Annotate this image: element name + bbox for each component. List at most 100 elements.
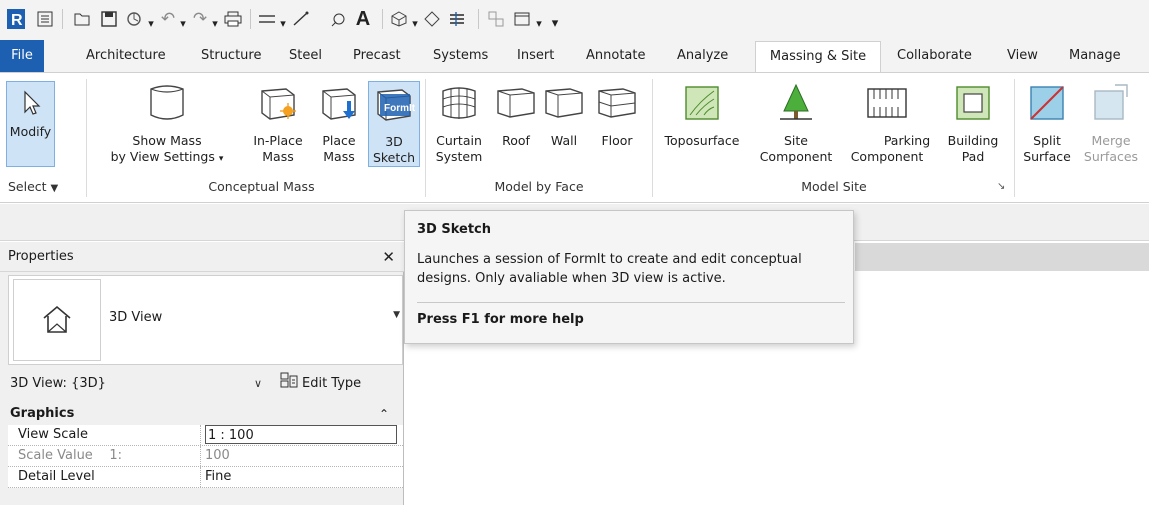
tab-architecture[interactable]: Architecture: [86, 40, 166, 72]
curtain-system-icon: [430, 81, 488, 129]
select-dropdown[interactable]: Select ▼: [8, 177, 60, 197]
parking-component-button[interactable]: Parking Component: [838, 81, 936, 165]
tooltip-description: Launches a session of FormIt to create a…: [417, 252, 802, 286]
tab-annotate[interactable]: Annotate: [586, 40, 645, 72]
instance-row: 3D View: {3D} ∨ Edit Type: [0, 370, 404, 398]
toposurface-button[interactable]: Toposurface: [656, 81, 748, 149]
property-label: Scale Value 1:: [8, 446, 201, 466]
instance-filter-dropdown[interactable]: 3D View: {3D}: [8, 372, 272, 396]
in-place-mass-button[interactable]: In-Place Mass: [250, 81, 306, 165]
tab-systems[interactable]: Systems: [433, 40, 488, 72]
switch-windows-dropdown-icon[interactable]: ▾: [534, 12, 544, 34]
close-icon[interactable]: ✕: [382, 242, 395, 272]
table-row: Scale Value 1: 100: [8, 446, 403, 467]
recent-files-icon[interactable]: [34, 8, 56, 30]
tab-insert[interactable]: Insert: [517, 40, 554, 72]
table-row[interactable]: View Scale 1 : 100: [8, 425, 403, 446]
redo-icon[interactable]: ↷: [190, 8, 210, 30]
tree-icon: [752, 81, 840, 129]
group-graphics[interactable]: Graphics ⌃: [8, 403, 403, 425]
tab-precast[interactable]: Precast: [353, 40, 401, 72]
tooltip-divider: [417, 302, 845, 303]
properties-header: Properties: [0, 242, 404, 272]
split-surface-button[interactable]: Split Surface: [1018, 81, 1076, 165]
formit-icon: FormIt: [369, 82, 419, 130]
undo-icon[interactable]: ↶: [158, 8, 178, 30]
building-pad-button[interactable]: Building Pad: [940, 81, 1006, 165]
edit-type-icon: [280, 372, 298, 397]
tab-steel[interactable]: Steel: [289, 40, 322, 72]
in-place-mass-icon: [250, 81, 306, 129]
open-icon[interactable]: [72, 8, 94, 30]
tab-massing-site[interactable]: Massing & Site: [755, 41, 881, 72]
3d-view-icon[interactable]: [388, 8, 410, 30]
text-icon[interactable]: A: [352, 8, 374, 30]
print-icon[interactable]: [222, 8, 244, 30]
section-icon[interactable]: [422, 8, 442, 30]
tab-collaborate[interactable]: Collaborate: [897, 40, 972, 72]
conceptual-mass-panel-title: Conceptual Mass: [208, 179, 315, 194]
dialog-launcher-icon[interactable]: ↘: [997, 181, 1005, 192]
tab-view[interactable]: View: [1007, 40, 1038, 72]
type-selector-arrow-icon[interactable]: ▼: [393, 310, 400, 320]
tab-analyze[interactable]: Analyze: [677, 40, 728, 72]
edit-type-label: Edit Type: [302, 376, 362, 391]
collapse-icon[interactable]: ⌃: [379, 403, 389, 425]
view-scale-input[interactable]: 1 : 100: [201, 425, 403, 445]
tab-file[interactable]: File: [0, 40, 44, 72]
merge-surfaces-icon: [1078, 81, 1144, 129]
tab-structure[interactable]: Structure: [201, 40, 261, 72]
measure-dropdown-icon[interactable]: ▾: [278, 12, 288, 34]
sync-icon[interactable]: [124, 8, 146, 30]
modify-label: Modify: [9, 124, 52, 139]
toposurface-icon: [656, 81, 748, 129]
property-label: Detail Level: [8, 467, 201, 487]
place-mass-icon: [312, 81, 366, 129]
undo-dropdown-icon[interactable]: ▾: [178, 12, 188, 34]
tab-manage[interactable]: Manage: [1069, 40, 1121, 72]
measure-icon[interactable]: [256, 8, 278, 30]
3d-sketch-button[interactable]: FormIt 3D Sketch: [368, 81, 420, 167]
detail-level-value[interactable]: Fine: [201, 467, 403, 487]
roof-icon: [494, 81, 538, 129]
place-mass-button[interactable]: Place Mass: [312, 81, 366, 165]
property-label: View Scale: [8, 425, 201, 445]
wall-button[interactable]: Wall: [542, 81, 586, 149]
3d-view-dropdown-icon[interactable]: ▾: [410, 12, 420, 34]
view-tab-strip: [855, 243, 1149, 271]
app-logo-icon[interactable]: R: [6, 8, 26, 30]
svg-text:FormIt: FormIt: [384, 103, 416, 114]
chevron-down-icon: ▼: [50, 183, 59, 194]
table-row[interactable]: Detail Level Fine: [8, 467, 403, 488]
chevron-down-icon[interactable]: ∨: [254, 372, 262, 396]
redo-dropdown-icon[interactable]: ▾: [210, 12, 220, 34]
house-icon: [13, 279, 101, 361]
ribbon-tabs: File Architecture Structure Steel Precas…: [0, 40, 1149, 72]
properties-table: Graphics ⌃ View Scale 1 : 100 Scale Valu…: [8, 403, 403, 488]
roof-button[interactable]: Roof: [494, 81, 538, 149]
dropdown-arrow-icon: ▾: [218, 154, 224, 164]
switch-windows-icon[interactable]: [512, 8, 534, 30]
type-selector[interactable]: 3D View ▼: [8, 275, 403, 365]
merge-surfaces-button[interactable]: Merge Surfaces: [1078, 81, 1144, 165]
floor-icon: [594, 81, 640, 129]
model-by-face-panel-title: Model by Face: [494, 179, 584, 194]
show-mass-button[interactable]: Show Mass by View Settings ▾: [108, 81, 226, 167]
site-component-button[interactable]: Site Component: [752, 81, 840, 165]
edit-type-button[interactable]: Edit Type: [280, 372, 361, 396]
properties-palette: Properties ✕ 3D View ▼ 3D View: {3D} ∨ E…: [0, 242, 404, 505]
tooltip-title: 3D Sketch: [417, 222, 492, 237]
mass-icon: [108, 81, 226, 129]
floor-button[interactable]: Floor: [594, 81, 640, 149]
tooltip-help: Press F1 for more help: [417, 312, 584, 327]
dimension-icon[interactable]: [290, 8, 312, 30]
tag-icon[interactable]: [328, 8, 350, 30]
sync-dropdown-icon[interactable]: ▾: [146, 12, 156, 34]
curtain-system-button[interactable]: Curtain System: [430, 81, 488, 165]
customize-icon[interactable]: ▾: [550, 12, 560, 34]
save-icon[interactable]: [98, 8, 120, 30]
tooltip: 3D Sketch Launches a session of FormIt t…: [404, 210, 854, 344]
thin-lines-icon[interactable]: [446, 8, 468, 30]
modify-button[interactable]: Modify: [6, 81, 55, 167]
close-hidden-icon[interactable]: [486, 8, 508, 30]
